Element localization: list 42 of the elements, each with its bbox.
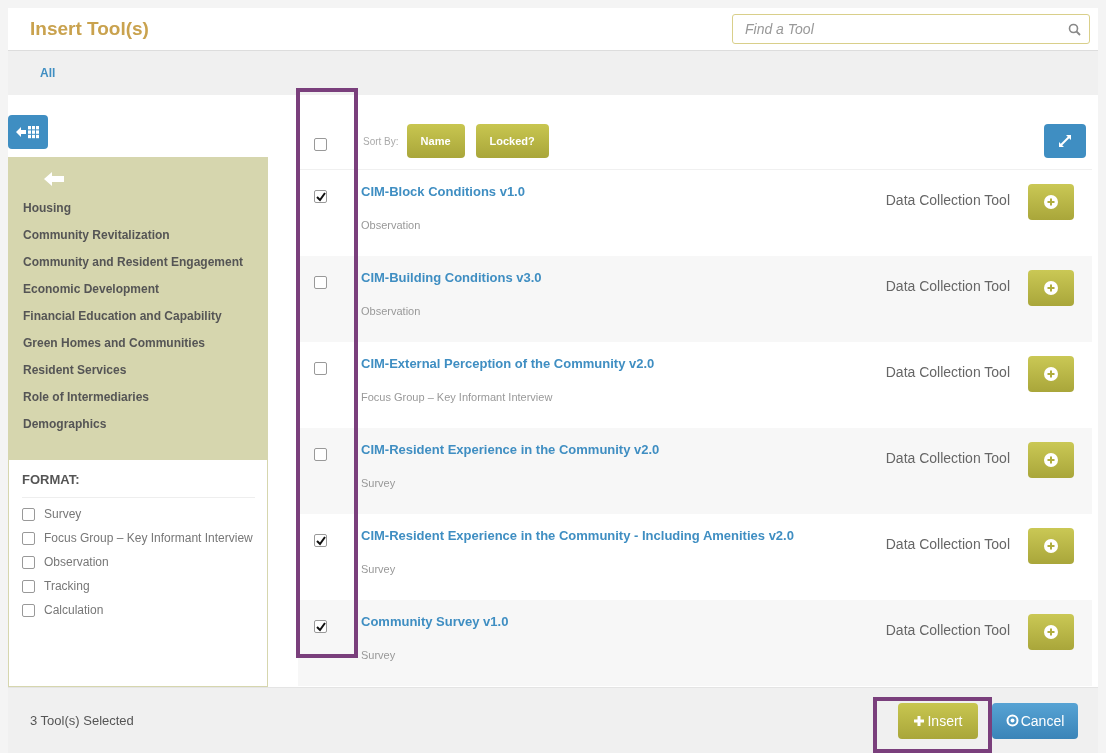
tool-type: Data Collection Tool	[885, 278, 1010, 296]
format-option-label: Survey	[44, 506, 82, 523]
search-field[interactable]: Find a Tool	[732, 14, 1090, 44]
tool-type: Data Collection Tool	[885, 450, 1010, 468]
tool-name-link[interactable]: CIM-External Perception of the Community v2.0	[361, 356, 886, 371]
sort-button[interactable]: Locked?	[475, 124, 549, 158]
format-option-label: Calculation	[44, 602, 104, 619]
tool-format: Observation	[361, 219, 422, 231]
tool-type: Data Collection Tool	[885, 364, 1010, 382]
tab[interactable]: All	[40, 66, 56, 80]
category-link[interactable]: Community and Resident Engagement	[23, 249, 254, 276]
category-link[interactable]: Financial Education and Capability	[23, 303, 254, 330]
tool-name-link[interactable]: CIM-Building Conditions v3.0	[361, 270, 886, 285]
category-link[interactable]: Housing	[23, 195, 254, 222]
tool-type: Data Collection Tool	[885, 192, 1010, 210]
tool-type: Data Collection Tool	[885, 536, 1010, 554]
format-option-label: Observation	[44, 554, 109, 571]
sort-button[interactable]: Name	[406, 124, 465, 158]
category-link[interactable]: Demographics	[23, 411, 254, 438]
category-link[interactable]: Role of Intermediaries	[23, 384, 254, 411]
category-link[interactable]: Resident Services	[23, 357, 254, 384]
dialog-title: Insert Tool(s)	[30, 18, 149, 40]
category-link[interactable]: Green Homes and Communities	[23, 330, 254, 357]
tool-name-link[interactable]: Community Survey v1.0	[361, 614, 886, 629]
format-option-label: Tracking	[44, 578, 90, 595]
format-option-label: Focus Group – Key Informant Interview	[44, 530, 253, 547]
tool-format: Survey	[361, 563, 397, 575]
category-link[interactable]: Economic Development	[23, 276, 254, 303]
sort-label: Sort By:	[363, 135, 399, 147]
tool-type: Data Collection Tool	[885, 622, 1010, 640]
tool-format: Focus Group – Key Informant Interview	[361, 391, 554, 403]
tool-format: Observation	[361, 305, 422, 317]
tool-format: Survey	[361, 649, 397, 661]
cancel-button[interactable]: Cancel	[992, 702, 1078, 739]
category-link[interactable]: Community Revitalization	[23, 222, 254, 249]
tool-name-link[interactable]: CIM-Resident Experience in the Community - Including Amenities v2.0	[361, 528, 886, 543]
tool-name-link[interactable]: CIM-Block Conditions v1.0	[361, 184, 886, 199]
tool-name-link[interactable]: CIM-Resident Experience in the Community v2.0	[361, 442, 886, 457]
selection-count: 3 Tool(s) Selected	[30, 713, 134, 728]
tool-format: Survey	[361, 477, 397, 489]
insert-button[interactable]: Insert	[898, 702, 978, 739]
format-heading: FORMAT:	[22, 472, 255, 498]
